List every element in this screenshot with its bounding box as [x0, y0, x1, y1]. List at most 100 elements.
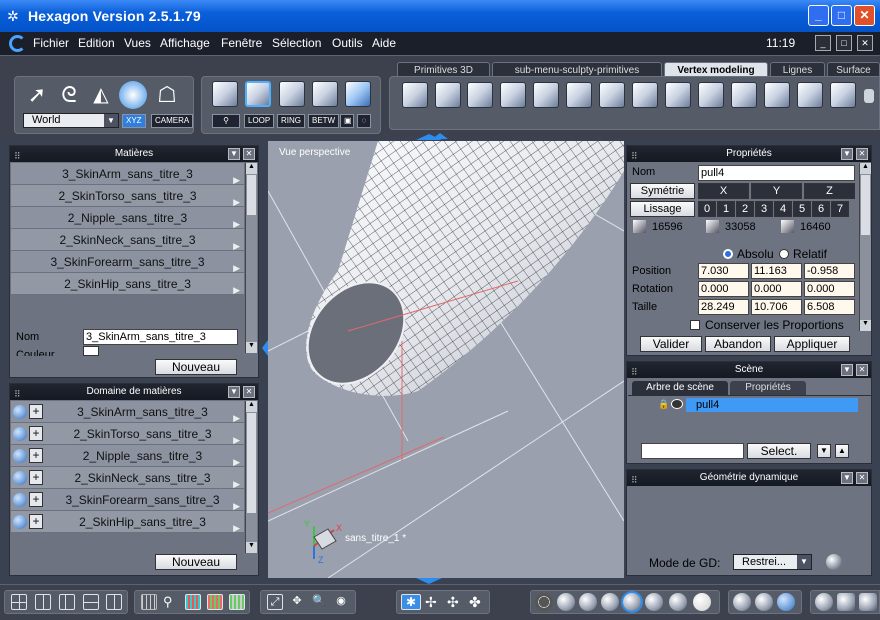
matieres-nouveau-button[interactable]: Nouveau — [155, 359, 237, 375]
scroll-down-icon[interactable]: ▼ — [246, 542, 257, 553]
close-button[interactable]: ✕ — [854, 5, 875, 26]
object-mode-icon[interactable] — [212, 81, 238, 107]
domaine-nouveau-button[interactable]: Nouveau — [155, 554, 237, 570]
spline-icon[interactable] — [830, 82, 856, 108]
list-item[interactable]: +2_SkinTorso_sans_titre_3 ▶ — [11, 423, 244, 445]
face-mode-icon[interactable] — [245, 81, 271, 107]
panel-menu-icon[interactable]: ▼ — [841, 148, 853, 160]
lissage-1[interactable]: 1 — [717, 201, 735, 217]
select-arrow-icon[interactable]: ➚ — [23, 81, 51, 109]
vertex-mode-icon[interactable] — [312, 81, 338, 107]
proprietes-scrollbar[interactable]: ▲ ▼ — [859, 163, 871, 331]
doc-restore-button[interactable]: □ — [836, 35, 852, 51]
inset-icon[interactable] — [500, 82, 526, 108]
grow-select-icon[interactable]: ▣ — [340, 114, 354, 128]
layout-horizontal-icon[interactable] — [83, 594, 99, 610]
mode-gd-select[interactable]: Restrei... ▼ — [733, 554, 812, 570]
tessellate-icon[interactable] — [566, 82, 592, 108]
auto-mode-icon[interactable] — [345, 81, 371, 107]
fit-view-icon[interactable]: ⤢ — [267, 594, 283, 610]
taille-x-field[interactable]: 28.249 — [698, 299, 749, 315]
tab-primitives-3d[interactable]: Primitives 3D — [397, 62, 490, 77]
wire-shade-sphere-icon[interactable] — [557, 593, 575, 611]
absolu-radio[interactable] — [723, 249, 733, 259]
scroll-up-icon[interactable]: ▲ — [246, 401, 257, 412]
scroll-up-icon[interactable]: ▲ — [246, 163, 257, 174]
layout-four-icon[interactable] — [11, 594, 27, 610]
matieres-scrollbar[interactable]: ▲ ▼ — [245, 163, 257, 353]
tree-item-selected[interactable]: pull4 — [686, 398, 858, 412]
scroll-thumb[interactable] — [861, 175, 870, 235]
scroll-down-icon[interactable]: ▼ — [860, 320, 871, 331]
menu-aide[interactable]: Aide — [372, 36, 396, 50]
symmetry-tool-icon[interactable] — [764, 82, 790, 108]
sym-z-button[interactable]: Z — [804, 183, 855, 199]
occlusion-icon[interactable] — [815, 593, 833, 611]
position-z-field[interactable]: -0.958 — [804, 263, 855, 279]
tab-sculpty-primitives[interactable]: sub-menu-sculpty-primitives — [492, 62, 662, 77]
lissage-5[interactable]: 5 — [793, 201, 811, 217]
globe-icon[interactable] — [13, 427, 27, 441]
list-item[interactable]: 3_SkinForearm_sans_titre_3 ▶ — [11, 251, 244, 273]
scroll-thumb[interactable] — [247, 175, 256, 215]
flat-sphere-icon[interactable] — [579, 593, 597, 611]
panel-close-icon[interactable]: ✕ — [856, 364, 868, 376]
list-item[interactable]: 2_SkinNeck_sans_titre_3 ▶ — [11, 229, 244, 251]
panel-close-icon[interactable]: ✕ — [243, 148, 255, 160]
globe-icon[interactable] — [13, 449, 27, 463]
extra-render-icon[interactable] — [859, 593, 877, 611]
camera-button[interactable]: CAMERA — [151, 114, 194, 128]
cut-icon[interactable] — [632, 82, 658, 108]
menu-fenetre[interactable]: Fenêtre — [221, 36, 262, 50]
plus-icon[interactable]: + — [29, 514, 43, 529]
panel-menu-icon[interactable]: ▼ — [228, 148, 240, 160]
subdivide-icon[interactable] — [731, 82, 757, 108]
globe-icon[interactable] — [13, 493, 27, 507]
tab-scene-proprietes[interactable]: Propriétés — [730, 381, 806, 395]
smooth-wire-sphere-icon[interactable] — [623, 593, 641, 611]
colored-grid-icon[interactable] — [185, 594, 201, 610]
relatif-radio[interactable] — [779, 249, 789, 259]
list-item[interactable]: +3_SkinArm_sans_titre_3 ▶ — [11, 401, 244, 423]
loop-button[interactable]: LOOP — [244, 114, 275, 128]
list-item[interactable]: +3_SkinForearm_sans_titre_3 ▶ — [11, 489, 244, 511]
textured-sphere-icon[interactable] — [645, 593, 663, 611]
xyz-button[interactable]: XYZ — [122, 114, 146, 128]
lissage-button[interactable]: Lissage — [630, 201, 695, 217]
edge-mode-icon[interactable] — [279, 81, 305, 107]
rotation-y-field[interactable]: 0.000 — [751, 281, 802, 297]
plus-icon[interactable]: + — [29, 404, 43, 419]
color-grid-icon[interactable] — [207, 594, 223, 610]
plus-icon[interactable]: + — [29, 470, 43, 485]
taille-z-field[interactable]: 6.508 — [804, 299, 855, 315]
list-item[interactable]: 2_SkinTorso_sans_titre_3 ▶ — [11, 185, 244, 207]
globe-icon[interactable] — [13, 405, 27, 419]
list-item[interactable]: 3_SkinArm_sans_titre_3 ▶ — [11, 163, 244, 185]
minimize-button[interactable]: _ — [808, 5, 829, 26]
sym-y-button[interactable]: Y — [751, 183, 802, 199]
appliquer-button[interactable]: Appliquer — [774, 336, 850, 352]
scroll-down-icon[interactable]: ▼ — [246, 342, 257, 353]
thickness-icon[interactable] — [533, 82, 559, 108]
list-item[interactable]: +2_SkinNeck_sans_titre_3 ▶ — [11, 467, 244, 489]
magnet-icon[interactable]: ⚲ — [212, 114, 240, 128]
list-item[interactable]: +2_SkinHip_sans_titre_3 ▶ — [11, 511, 244, 533]
doc-minimize-button[interactable]: _ — [815, 35, 831, 51]
tab-surface[interactable]: Surface — [827, 62, 880, 77]
orbit-eye-icon[interactable]: ◉ — [333, 594, 349, 610]
ambient-sphere-icon[interactable] — [755, 593, 773, 611]
rotate-tool-icon[interactable]: ✣ — [447, 594, 463, 610]
scale-tool-icon[interactable]: ✤ — [469, 594, 485, 610]
toolbar-collapse-icon[interactable] — [864, 89, 874, 103]
scene-up-icon[interactable]: ▲ — [835, 444, 849, 458]
magnet-grid-icon[interactable]: ⚲ — [163, 594, 179, 610]
tab-lignes[interactable]: Lignes — [770, 62, 825, 77]
move-tool-icon[interactable]: ✢ — [425, 594, 441, 610]
abandon-button[interactable]: Abandon — [705, 336, 771, 352]
rotation-z-field[interactable]: 0.000 — [804, 281, 855, 297]
panel-menu-icon[interactable]: ▼ — [228, 386, 240, 398]
color-swatch[interactable] — [83, 346, 99, 356]
render-sphere-icon[interactable] — [693, 593, 711, 611]
universal-manipulator-icon[interactable]: ✱ — [401, 594, 421, 610]
snap-grid-icon[interactable] — [229, 594, 245, 610]
